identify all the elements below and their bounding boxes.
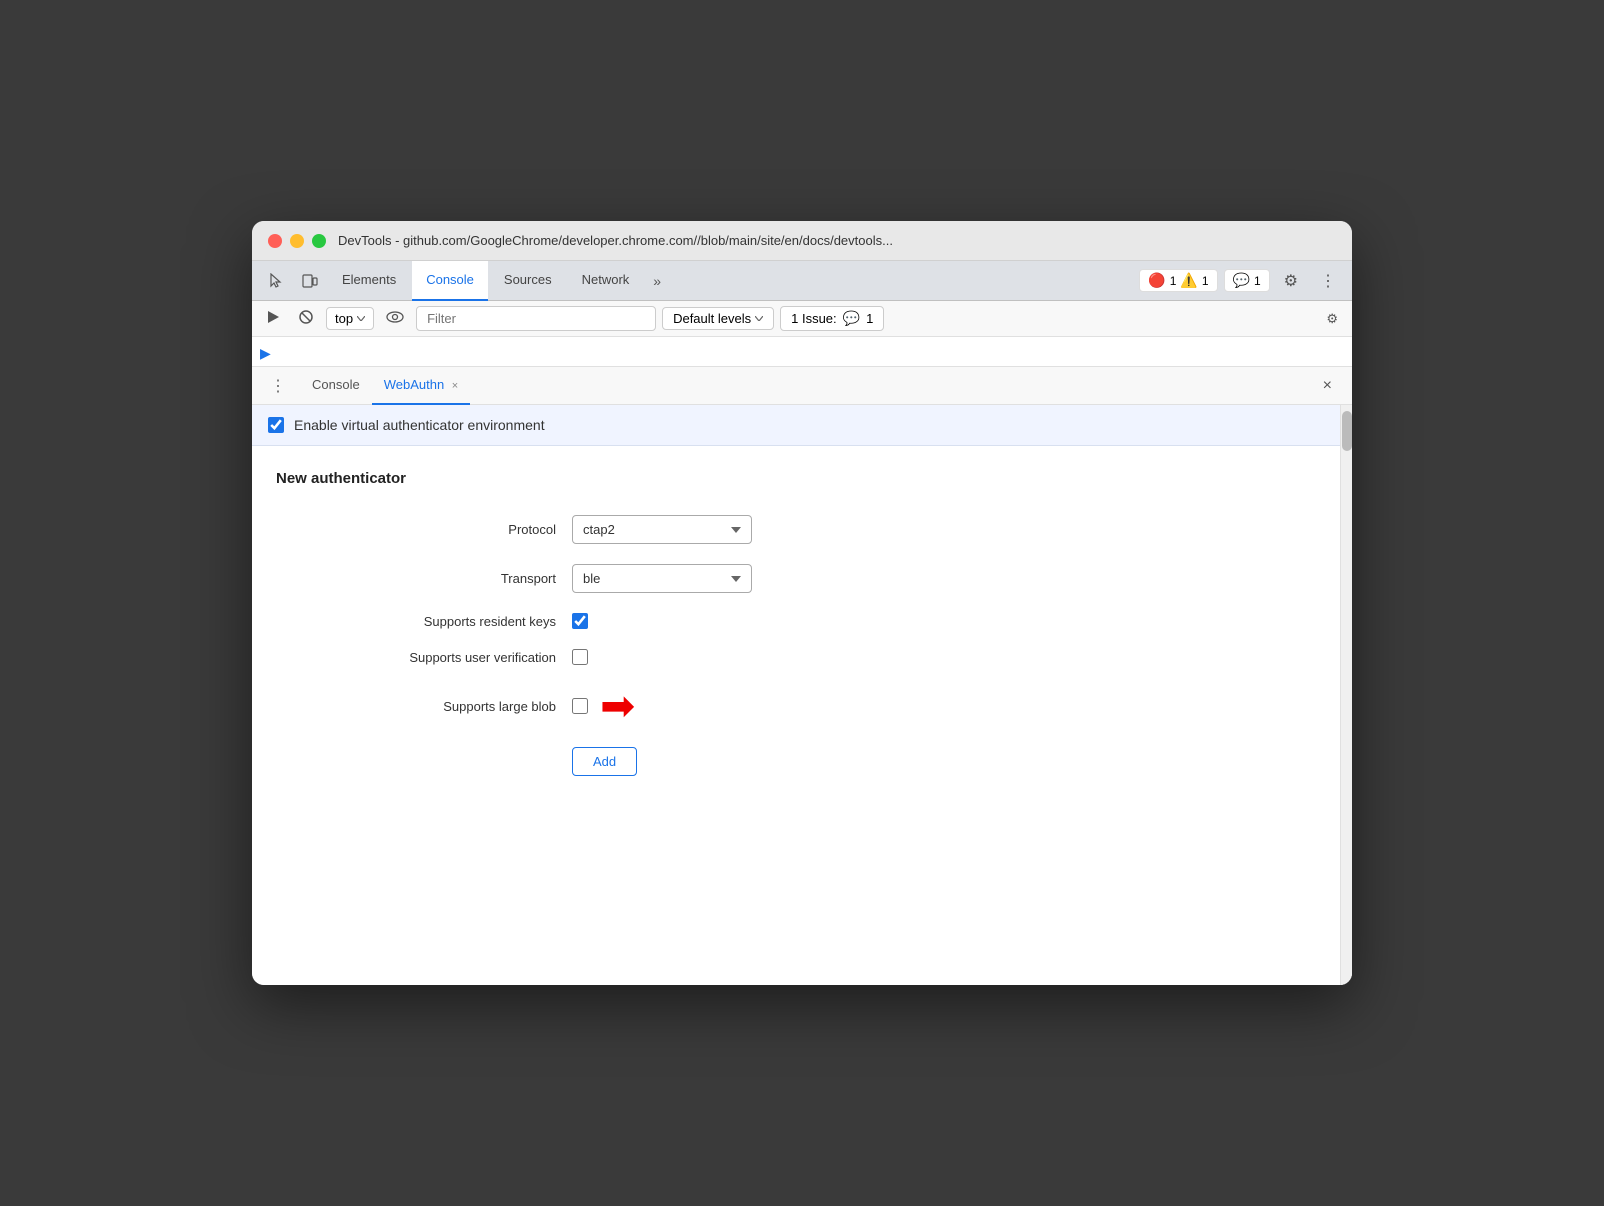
transport-row: Transport ble usb nfc internal — [336, 564, 936, 593]
console-area: ▶ — [252, 337, 1352, 367]
authenticator-form: Protocol ctap2 u2f Transport ble usb nfc… — [336, 515, 936, 776]
panel-tabs-area: ⋮ Console WebAuthn × × — [252, 367, 1352, 405]
devtools-more-button[interactable]: ⋮ — [1312, 265, 1344, 297]
block-button[interactable] — [292, 305, 320, 332]
issue-badge[interactable]: 1 Issue: 💬 1 — [780, 306, 884, 331]
user-verification-row: Supports user verification — [336, 649, 936, 665]
tab-sources[interactable]: Sources — [490, 261, 566, 301]
info-count: 1 — [1254, 274, 1261, 288]
large-blob-label: Supports large blob — [336, 699, 556, 714]
tab-network[interactable]: Network — [568, 261, 644, 301]
traffic-lights — [268, 234, 326, 248]
more-tabs-button[interactable]: » — [645, 267, 669, 295]
issue-info-icon: 💬 — [843, 310, 860, 327]
eye-icon — [386, 311, 404, 323]
maximize-button[interactable] — [312, 234, 326, 248]
resident-keys-row: Supports resident keys — [336, 613, 936, 629]
chevron-down-icon — [357, 316, 365, 321]
console-output: ▶ — [252, 337, 1352, 367]
panel-close-button[interactable]: × — [1315, 373, 1340, 399]
resident-keys-label: Supports resident keys — [336, 614, 556, 629]
execute-button[interactable] — [260, 306, 286, 331]
large-blob-checkbox[interactable] — [572, 698, 588, 714]
console-settings-button[interactable]: ⚙ — [1320, 307, 1344, 331]
filter-input[interactable] — [416, 306, 656, 331]
enable-section: Enable virtual authenticator environment — [252, 405, 1340, 446]
large-blob-row: Supports large blob ⬅ — [336, 685, 936, 727]
error-count: 1 — [1170, 274, 1177, 288]
error-count-badge[interactable]: 🔴 1 ⚠️ 1 — [1139, 269, 1217, 292]
info-icon: 💬 — [1233, 272, 1250, 289]
scrollbar-track[interactable] — [1340, 405, 1352, 985]
resident-keys-checkbox[interactable] — [572, 613, 588, 629]
play-icon — [266, 310, 280, 324]
protocol-row: Protocol ctap2 u2f — [336, 515, 936, 544]
devtools-window: DevTools - github.com/GoogleChrome/devel… — [252, 221, 1352, 985]
panel-more-button[interactable]: ⋮ — [264, 372, 292, 400]
new-auth-title: New authenticator — [276, 470, 1316, 487]
scrollbar-thumb[interactable] — [1342, 411, 1352, 451]
title-bar: DevTools - github.com/GoogleChrome/devel… — [252, 221, 1352, 261]
webauthn-content: Enable virtual authenticator environment… — [252, 405, 1340, 985]
transport-select[interactable]: ble usb nfc internal — [572, 564, 752, 593]
info-count-badge[interactable]: 💬 1 — [1224, 269, 1270, 292]
user-verification-checkbox[interactable] — [572, 649, 588, 665]
add-button[interactable]: Add — [572, 747, 637, 776]
enable-checkbox[interactable] — [268, 417, 284, 433]
add-button-row: Add — [336, 747, 936, 776]
console-panel-label: Console — [312, 377, 360, 392]
device-icon-btn[interactable] — [294, 267, 326, 295]
cursor-icon — [268, 273, 284, 289]
window-title: DevTools - github.com/GoogleChrome/devel… — [338, 233, 893, 248]
protocol-label: Protocol — [336, 522, 556, 537]
red-arrow-icon: ⬅ — [600, 685, 635, 727]
context-dropdown[interactable]: top — [326, 307, 374, 330]
tab-console-panel[interactable]: Console — [300, 367, 372, 405]
issue-label: 1 Issue: — [791, 311, 837, 326]
console-toolbar: top Default levels 1 Issue: 💬 1 ⚙ — [252, 301, 1352, 337]
transport-label: Transport — [336, 571, 556, 586]
tab-elements[interactable]: Elements — [328, 261, 410, 301]
devtools-tabs-bar: Elements Console Sources Network » 🔴 1 ⚠… — [252, 261, 1352, 301]
user-verification-label: Supports user verification — [336, 650, 556, 665]
tab-badges: 🔴 1 ⚠️ 1 💬 1 ⚙ ⋮ — [1139, 265, 1344, 297]
device-icon — [302, 273, 318, 289]
levels-label: Default levels — [673, 311, 751, 326]
warn-icon: ⚠️ — [1180, 272, 1197, 289]
inspect-icon-btn[interactable] — [260, 267, 292, 295]
tab-console[interactable]: Console — [412, 261, 488, 301]
close-button[interactable] — [268, 234, 282, 248]
levels-chevron-icon — [755, 316, 763, 321]
block-icon — [298, 309, 314, 325]
error-icon: 🔴 — [1148, 272, 1165, 289]
devtools-settings-button[interactable]: ⚙ — [1276, 265, 1306, 297]
tab-webauthn[interactable]: WebAuthn × — [372, 367, 471, 405]
levels-dropdown[interactable]: Default levels — [662, 307, 774, 330]
content-area: Enable virtual authenticator environment… — [252, 405, 1352, 985]
webauthn-close-icon[interactable]: × — [452, 380, 458, 392]
eye-button[interactable] — [380, 307, 410, 330]
large-blob-arrow-container: ⬅ — [572, 685, 635, 727]
protocol-select[interactable]: ctap2 u2f — [572, 515, 752, 544]
issue-count: 1 — [866, 311, 873, 326]
enable-label: Enable virtual authenticator environment — [294, 417, 545, 433]
warn-count: 1 — [1202, 274, 1209, 288]
blue-cursor: ▶ — [260, 345, 271, 362]
context-value: top — [335, 311, 353, 326]
minimize-button[interactable] — [290, 234, 304, 248]
webauthn-label: WebAuthn — [384, 377, 444, 392]
